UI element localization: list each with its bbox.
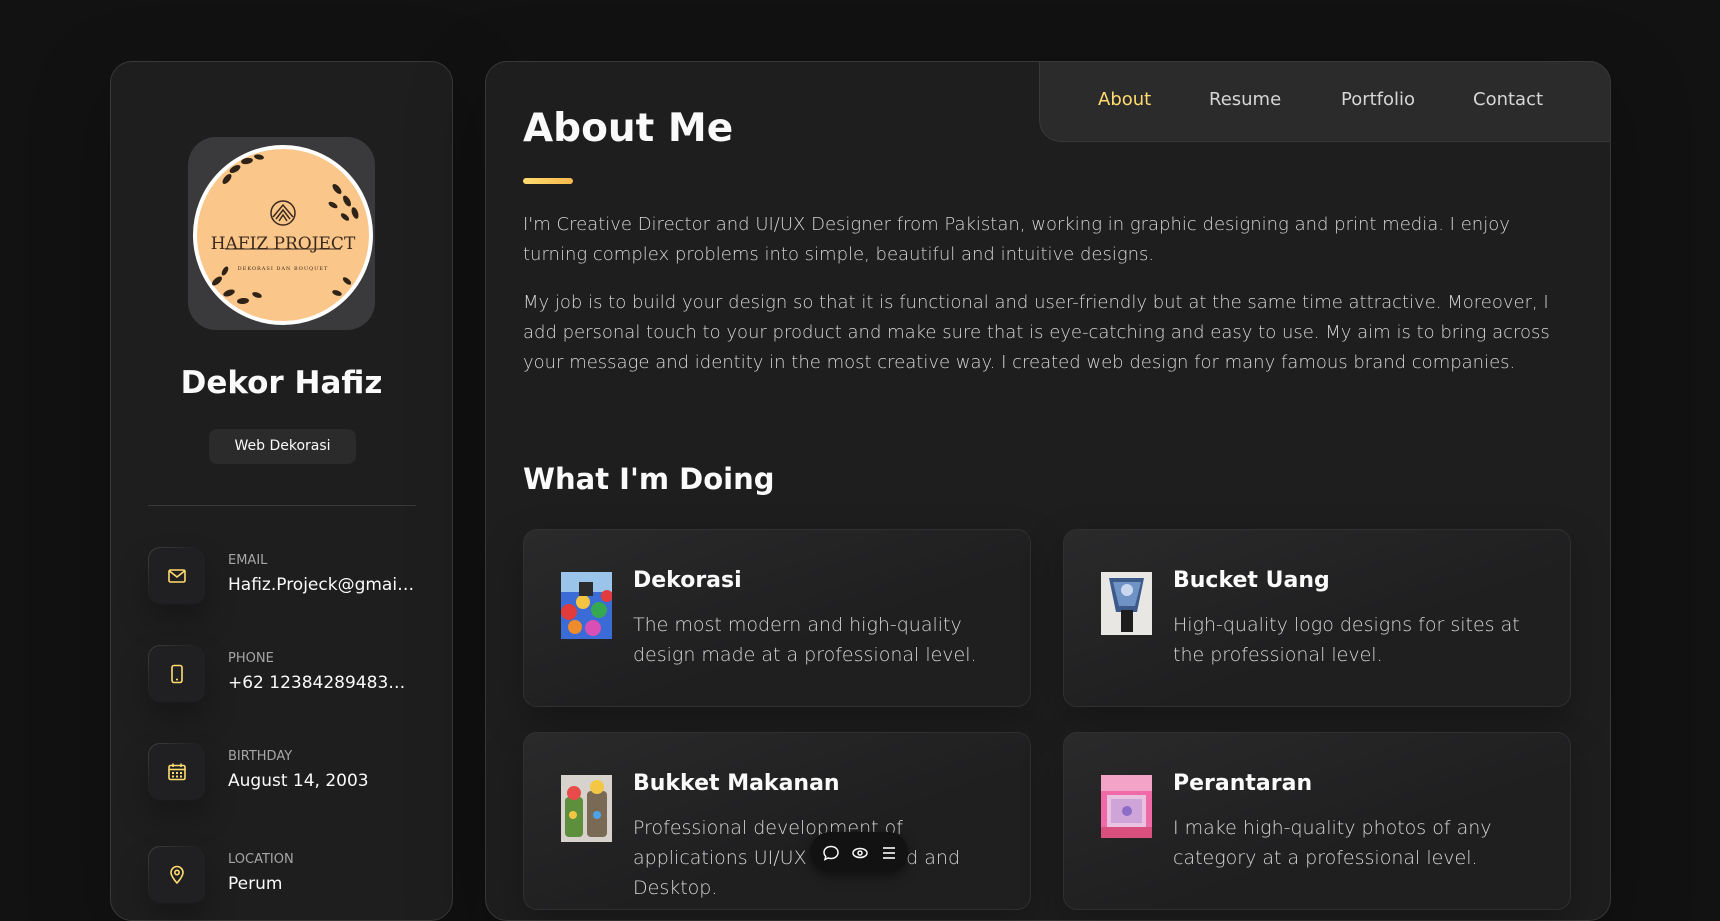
about-paragraph: I'm Creative Director and UI/UX Designer…: [523, 214, 1510, 265]
eye-icon[interactable]: [851, 844, 869, 866]
phone-icon: [171, 664, 183, 684]
section-title-services: What I'm Doing: [523, 462, 775, 496]
contact-item-phone: Phone +62 123842894834087: [148, 645, 428, 705]
service-card-bucket-uang: Bucket Uang High-quality logo designs fo…: [1063, 529, 1571, 707]
service-text: High-quality logo designs for sites at t…: [1173, 614, 1520, 666]
logo-subtitle: DEKORASI DAN BOUQUET: [237, 266, 329, 272]
contact-label: Birthday: [228, 749, 293, 764]
service-text: I make high-quality photos of any catego…: [1173, 817, 1492, 869]
service-card-perantaran: Perantaran I make high-quality photos of…: [1063, 732, 1571, 910]
birthday-value: August 14, 2003: [228, 771, 369, 791]
service-title: Perantaran: [1173, 771, 1313, 796]
location-icon-box: [148, 846, 206, 904]
phone-icon-box: [148, 645, 206, 703]
title-underline: [523, 178, 573, 184]
email-link[interactable]: Hafiz.Projeck@gmail.com: [228, 575, 416, 595]
menu-icon[interactable]: [880, 844, 898, 866]
service-text: The most modern and high-quality design …: [633, 614, 977, 666]
mail-icon: [168, 569, 186, 583]
main-content: About Resume Portfolio Contact About Me …: [485, 61, 1611, 921]
perantaran-thumbnail: [1101, 775, 1152, 838]
brand-logo: HAFIZ PROJECT DEKORASI DAN BOUQUET: [193, 145, 373, 325]
contact-item-birthday: Birthday August 14, 2003: [148, 743, 428, 803]
contact-item-location: Location Perum: [148, 846, 428, 906]
comment-icon[interactable]: [822, 844, 840, 866]
location-value: Perum: [228, 874, 283, 894]
profile-name: Dekor Hafiz: [180, 365, 383, 401]
calendar-icon: [168, 763, 186, 781]
nav-portfolio[interactable]: Portfolio: [1341, 89, 1415, 110]
about-paragraph: My job is to build your design so that i…: [523, 292, 1550, 373]
avatar: HAFIZ PROJECT DEKORASI DAN BOUQUET: [188, 137, 375, 330]
dekorasi-thumbnail: [561, 572, 612, 639]
bukket-makanan-thumbnail: [561, 775, 612, 842]
separator: [148, 505, 416, 506]
service-card-dekorasi: Dekorasi The most modern and high-qualit…: [523, 529, 1031, 707]
location-pin-icon: [170, 865, 184, 885]
navbar: About Resume Portfolio Contact: [1039, 61, 1611, 142]
service-title: Bukket Makanan: [633, 771, 840, 796]
service-title: Dekorasi: [633, 568, 742, 593]
contact-label: Phone: [228, 651, 274, 666]
sidebar: HAFIZ PROJECT DEKORASI DAN BOUQUET Dekor…: [110, 61, 453, 921]
mail-icon-box: [148, 547, 206, 605]
contact-label: Email: [228, 553, 268, 568]
service-card-bukket-makanan: Bukket Makanan Professional development …: [523, 732, 1031, 910]
page-title: About Me: [523, 106, 734, 151]
floating-toolbar: [810, 832, 908, 872]
contact-label: Location: [228, 852, 294, 867]
nav-about[interactable]: About: [1098, 89, 1151, 110]
bucket-uang-thumbnail: [1101, 572, 1152, 635]
logo-title: HAFIZ PROJECT: [210, 234, 356, 254]
phone-link[interactable]: +62 123842894834087: [228, 673, 416, 693]
nav-contact[interactable]: Contact: [1473, 89, 1543, 110]
service-title: Bucket Uang: [1173, 568, 1330, 593]
contact-item-email: Email Hafiz.Projeck@gmail.com: [148, 547, 428, 607]
profile-title-badge: Web Dekorasi: [209, 429, 356, 464]
nav-resume[interactable]: Resume: [1209, 89, 1281, 110]
calendar-icon-box: [148, 743, 206, 801]
